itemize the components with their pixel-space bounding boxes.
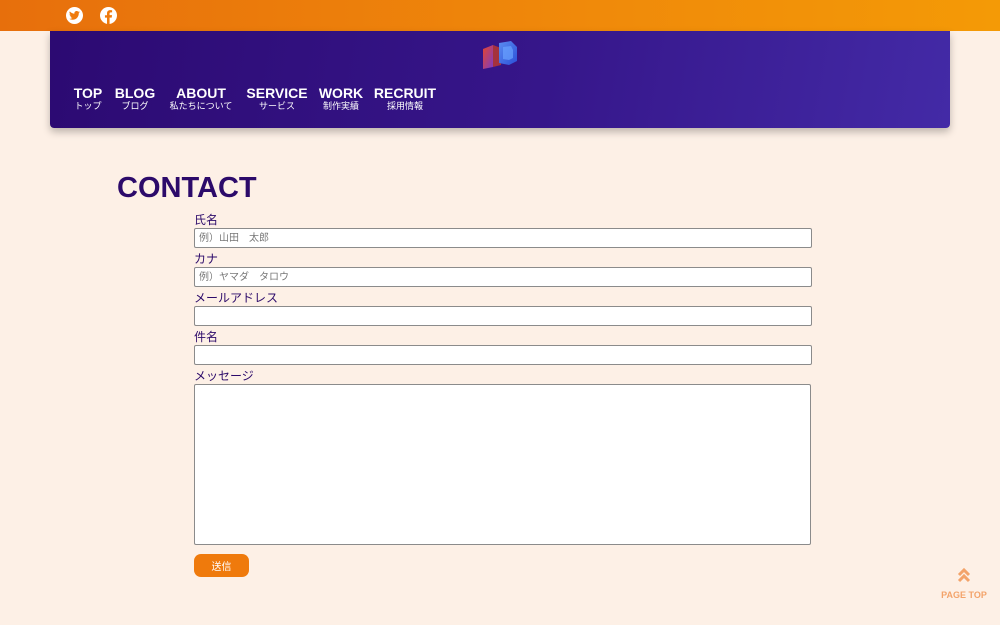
twitter-icon[interactable] — [66, 7, 83, 24]
nav-item-about[interactable]: ABOUT 私たちについて — [170, 86, 233, 113]
page-title: CONTACT — [117, 172, 257, 204]
subject-label: 件名 — [194, 330, 219, 344]
nav-item-blog-label: BLOG — [114, 85, 156, 101]
name-field[interactable] — [194, 228, 812, 248]
name-label: 氏名 — [194, 213, 219, 227]
nav-item-about-label: ABOUT — [176, 85, 226, 101]
kana-field[interactable] — [194, 267, 812, 287]
submit-button[interactable]: 送信 — [194, 554, 249, 577]
nav-item-top[interactable]: TOP トップ — [74, 86, 103, 113]
nav-item-blog-sublabel: ブログ — [121, 102, 149, 112]
nav-item-work[interactable]: WORK 制作実績 — [319, 86, 363, 113]
message-label: メッセージ — [194, 369, 254, 383]
nav-item-blog[interactable]: BLOG ブログ — [115, 86, 155, 113]
nav-item-top-label: TOP — [73, 85, 103, 101]
nav-item-recruit[interactable]: RECRUIT 採用情報 — [374, 86, 436, 113]
double-chevron-up-icon — [957, 567, 971, 583]
nav-item-top-sublabel: トップ — [74, 102, 102, 112]
nav-item-work-sublabel: 制作実績 — [322, 102, 360, 112]
email-field[interactable] — [194, 306, 812, 326]
top-bar — [0, 0, 1000, 31]
nav-item-about-sublabel: 私たちについて — [169, 102, 233, 112]
page-top-button[interactable]: PAGE TOP — [936, 566, 992, 602]
nav-item-recruit-sublabel: 採用情報 — [386, 102, 424, 112]
subject-field[interactable] — [194, 345, 812, 365]
facebook-icon[interactable] — [100, 7, 117, 24]
message-textarea[interactable] — [194, 384, 811, 545]
site-header: TOP トップ BLOG ブログ ABOUT 私たちについて SERVICE サ… — [50, 31, 950, 128]
page-top-label: PAGE TOP — [941, 590, 987, 600]
kana-label: カナ — [194, 252, 219, 266]
nav-item-service-label: SERVICE — [246, 85, 308, 101]
nav-item-work-label: WORK — [318, 85, 364, 101]
nav-item-service[interactable]: SERVICE サービス — [246, 86, 307, 113]
nav-item-recruit-label: RECRUIT — [373, 85, 437, 101]
site-logo[interactable] — [481, 39, 519, 71]
nav-item-service-sublabel: サービス — [258, 102, 295, 112]
email-label: メールアドレス — [194, 291, 279, 305]
